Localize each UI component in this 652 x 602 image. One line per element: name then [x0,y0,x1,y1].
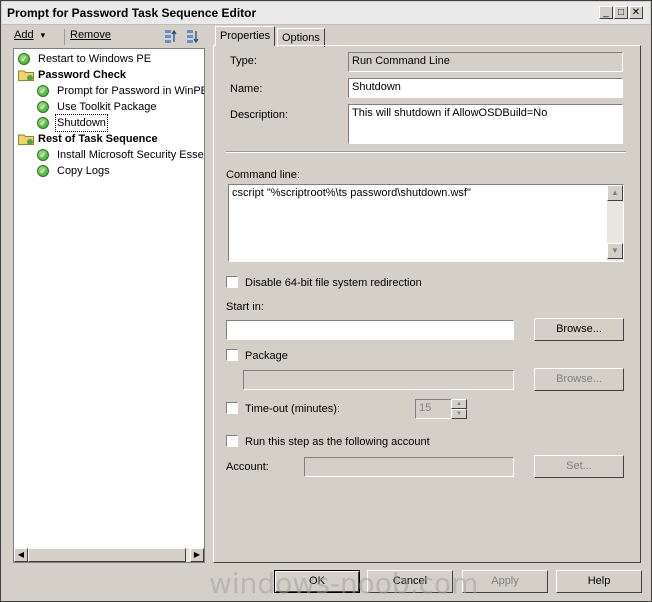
command-line-field[interactable]: cscript "%scriptroot%\ts password\shutdo… [228,184,624,262]
timeout-spinner[interactable]: ▲ ▼ [451,399,467,419]
package-checkbox[interactable] [226,349,238,361]
scroll-up-icon[interactable]: ▲ [607,185,623,201]
watermark-text: windows-noob.com [209,567,479,600]
tree-horizontal-scrollbar[interactable]: ◀ ▶ [14,548,204,562]
name-label: Name: [230,83,263,95]
run-as-account-checkbox[interactable] [226,435,238,447]
task-sequence-editor-window: Prompt for Password Task Sequence Editor… [0,0,652,602]
move-down-icon[interactable] [186,29,200,44]
window-title: Prompt for Password Task Sequence Editor [7,6,257,20]
start-in-browse-button[interactable]: Browse... [534,318,624,341]
help-button[interactable]: Help [556,570,642,593]
run-as-account-label: Run this step as the following account [245,436,430,448]
scroll-thumb[interactable] [28,548,186,562]
check-icon: ✓ [37,101,49,113]
remove-button[interactable]: Remove [70,29,111,41]
type-field: Run Command Line [348,52,623,72]
folder-icon [18,70,34,81]
dropdown-arrow-icon: ▾ [40,30,46,40]
scroll-down-icon[interactable]: ▼ [607,243,623,259]
command-line-scrollbar[interactable]: ▲ ▼ [607,185,623,261]
check-icon: ✓ [37,117,49,129]
task-sequence-tree[interactable]: ✓ Restart to Windows PE Password Check ✓… [13,48,205,563]
start-in-field[interactable] [226,320,514,340]
move-up-icon[interactable] [164,29,178,44]
account-field[interactable] [304,457,514,477]
description-field[interactable]: This will shutdown if AllowOSDBuild=No [348,104,623,144]
spin-up-icon[interactable]: ▲ [451,399,467,409]
check-icon: ✓ [37,165,49,177]
toolbar-separator [64,29,65,45]
timeout-checkbox[interactable] [226,402,238,414]
command-line-label: Command line: [226,169,300,181]
add-menu-button[interactable]: Add ▾ [14,29,45,41]
tab-properties[interactable]: Properties [215,26,276,46]
spin-down-icon[interactable]: ▼ [451,409,467,419]
command-line-text: cscript "%scriptroot%\ts password\shutdo… [232,187,471,199]
title-bar: Prompt for Password Task Sequence Editor… [2,2,650,25]
start-in-label: Start in: [226,301,264,313]
check-icon: ✓ [37,149,49,161]
account-label: Account: [226,461,269,473]
package-field[interactable] [243,370,514,390]
section-divider [226,151,626,153]
name-field[interactable]: Shutdown [348,78,623,98]
scroll-right-icon[interactable]: ▶ [190,548,204,562]
minimize-button[interactable]: _ [599,6,613,19]
timeout-field[interactable]: 15 [415,399,453,419]
package-browse-button[interactable]: Browse... [534,368,624,391]
check-icon: ✓ [37,85,49,97]
folder-icon [18,134,34,145]
type-label: Type: [230,55,257,67]
package-label: Package [245,350,288,362]
check-icon: ✓ [18,53,30,65]
add-label: Add [14,29,34,41]
disable-64bit-checkbox[interactable] [226,276,238,288]
disable-64bit-label: Disable 64-bit file system redirection [245,277,422,289]
description-label: Description: [230,109,289,121]
set-account-button[interactable]: Set... [534,455,624,478]
close-button[interactable]: ✕ [629,6,643,19]
properties-panel: Type: Run Command Line Name: Shutdown De… [213,45,641,563]
scroll-left-icon[interactable]: ◀ [14,548,28,562]
timeout-label: Time-out (minutes): [245,403,340,415]
maximize-button[interactable]: □ [614,6,628,19]
